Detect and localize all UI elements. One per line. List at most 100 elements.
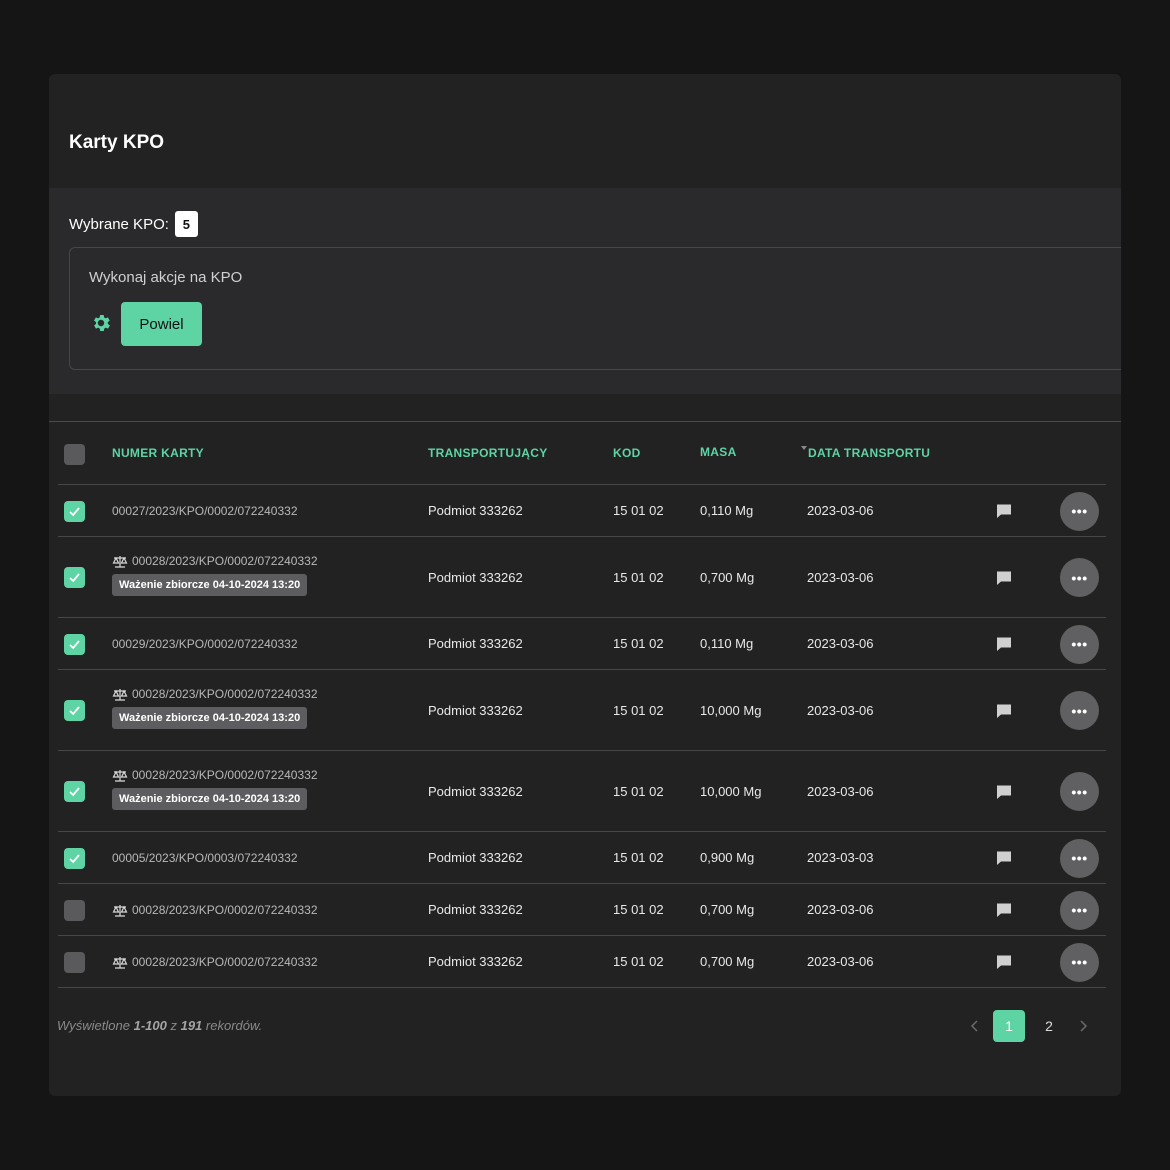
row-checkbox[interactable] bbox=[64, 951, 85, 973]
duplicate-button[interactable]: Powiel bbox=[121, 302, 202, 346]
select-all-checkbox[interactable] bbox=[64, 444, 85, 465]
scale-icon bbox=[112, 688, 128, 701]
card-number-cell[interactable]: 00028/2023/KPO/0002/072240332 bbox=[112, 955, 318, 969]
chevron-left-icon[interactable] bbox=[961, 1010, 989, 1042]
carrier-cell: Podmiot 333262 bbox=[428, 850, 523, 865]
comment-icon[interactable] bbox=[996, 636, 1012, 652]
scale-icon bbox=[112, 769, 128, 782]
scale-icon bbox=[112, 555, 128, 568]
row-checkbox[interactable] bbox=[64, 633, 85, 655]
records-info-prefix: Wyświetlone bbox=[57, 1018, 130, 1033]
table-row[interactable]: 00028/2023/KPO/0002/072240332 Ważenie zbi… bbox=[58, 537, 1106, 618]
records-info-suffix: rekordów. bbox=[205, 1018, 263, 1033]
more-actions-button[interactable]: ••• bbox=[1060, 624, 1099, 664]
transport-date-cell: 2023-03-06 bbox=[807, 569, 874, 585]
carrier-cell: Podmiot 333262 bbox=[428, 783, 523, 799]
page-button-2[interactable]: 2 bbox=[1033, 1010, 1065, 1042]
comment-icon[interactable] bbox=[996, 784, 1012, 800]
carrier-cell: Podmiot 333262 bbox=[428, 636, 523, 651]
comment-icon[interactable] bbox=[996, 850, 1012, 866]
row-checkbox[interactable] bbox=[64, 700, 85, 721]
card-number: 00028/2023/KPO/0002/072240332 bbox=[132, 554, 318, 568]
card-number-line: 00005/2023/KPO/0003/072240332 bbox=[112, 851, 298, 865]
table-row[interactable]: 00029/2023/KPO/0002/072240332 Podmiot 333… bbox=[58, 618, 1106, 670]
card-number-cell[interactable]: 00027/2023/KPO/0002/072240332 bbox=[112, 504, 298, 518]
transport-date-cell: 2023-03-03 bbox=[807, 850, 874, 865]
selection-panel: Wybrane KPO: 5 Wykonaj akcje na KPO Powi… bbox=[49, 188, 1121, 394]
more-actions-button[interactable]: ••• bbox=[1060, 942, 1099, 982]
waste-code-cell: 15 01 02 bbox=[613, 902, 664, 917]
records-info: Wyświetlone 1-100 z 191 rekordów. bbox=[57, 1018, 262, 1033]
card-number: 00028/2023/KPO/0002/072240332 bbox=[132, 955, 318, 969]
comment-icon[interactable] bbox=[996, 954, 1012, 970]
row-checkbox[interactable] bbox=[64, 781, 85, 802]
kpo-card: Karty KPO Wybrane KPO: 5 Wykonaj akcje n… bbox=[49, 74, 1121, 1096]
more-actions-button[interactable]: ••• bbox=[1060, 558, 1099, 597]
card-number-cell[interactable]: 00028/2023/KPO/0002/072240332 Ważenie zbi… bbox=[112, 768, 318, 810]
column-header-code[interactable]: KOD bbox=[613, 446, 641, 460]
card-number-cell[interactable]: 00028/2023/KPO/0002/072240332 Ważenie zbi… bbox=[112, 687, 318, 729]
card-number-cell[interactable]: 00028/2023/KPO/0002/072240332 Ważenie zbi… bbox=[112, 554, 318, 596]
waste-code-cell: 15 01 02 bbox=[613, 702, 664, 718]
more-actions-button[interactable]: ••• bbox=[1060, 491, 1099, 531]
more-actions-button[interactable]: ••• bbox=[1060, 691, 1099, 730]
card-number: 00028/2023/KPO/0002/072240332 bbox=[132, 768, 318, 782]
card-number-line: 00028/2023/KPO/0002/072240332 bbox=[112, 554, 318, 568]
weighing-tag: Ważenie zbiorcze 04-10-2024 13:20 bbox=[112, 707, 308, 729]
card-number-cell[interactable]: 00028/2023/KPO/0002/072240332 bbox=[112, 903, 318, 917]
column-header-date[interactable]: DATA TRANSPORTU bbox=[808, 446, 930, 460]
row-checkbox[interactable] bbox=[64, 899, 85, 921]
mass-cell: 10,000 Mg bbox=[700, 702, 762, 718]
carrier-cell: Podmiot 333262 bbox=[428, 503, 523, 518]
more-actions-button[interactable]: ••• bbox=[1060, 890, 1099, 930]
table-row[interactable]: 00028/2023/KPO/0002/072240332 Ważenie zbi… bbox=[58, 670, 1106, 751]
comment-icon[interactable] bbox=[996, 703, 1012, 719]
card-number-cell[interactable]: 00029/2023/KPO/0002/072240332 bbox=[112, 637, 298, 651]
scale-icon bbox=[112, 956, 128, 969]
card-number: 00028/2023/KPO/0002/072240332 bbox=[132, 903, 318, 917]
table-row[interactable]: 00028/2023/KPO/0002/072240332 Podmiot 333… bbox=[58, 884, 1106, 936]
card-number: 00027/2023/KPO/0002/072240332 bbox=[112, 504, 298, 518]
card-number: 00028/2023/KPO/0002/072240332 bbox=[132, 687, 318, 701]
transport-date-cell: 2023-03-06 bbox=[807, 783, 874, 799]
mass-cell: 0,110 Mg bbox=[700, 636, 754, 651]
comment-icon[interactable] bbox=[996, 902, 1012, 918]
selected-kpo: Wybrane KPO: 5 bbox=[69, 211, 198, 237]
comment-icon[interactable] bbox=[996, 570, 1012, 586]
card-number-line: 00028/2023/KPO/0002/072240332 bbox=[112, 768, 318, 782]
table-header: NUMER KARTY TRANSPORTUJĄCY KOD MASA DATA… bbox=[58, 422, 1106, 485]
row-checkbox[interactable] bbox=[64, 567, 85, 588]
scale-icon bbox=[112, 904, 128, 917]
sort-indicator-icon bbox=[801, 446, 807, 450]
table-row[interactable]: 00005/2023/KPO/0003/072240332 Podmiot 333… bbox=[58, 832, 1106, 884]
card-number-line: 00028/2023/KPO/0002/072240332 bbox=[112, 903, 318, 917]
card-number-line: 00028/2023/KPO/0002/072240332 bbox=[112, 955, 318, 969]
transport-date-cell: 2023-03-06 bbox=[807, 702, 874, 718]
column-header-mass[interactable]: MASA bbox=[700, 445, 737, 459]
waste-code-cell: 15 01 02 bbox=[613, 783, 664, 799]
more-actions-button[interactable]: ••• bbox=[1060, 838, 1099, 878]
waste-code-cell: 15 01 02 bbox=[613, 636, 664, 651]
card-number: 00029/2023/KPO/0002/072240332 bbox=[112, 637, 298, 651]
card-number-cell[interactable]: 00005/2023/KPO/0003/072240332 bbox=[112, 851, 298, 865]
carrier-cell: Podmiot 333262 bbox=[428, 902, 523, 917]
gear-icon[interactable] bbox=[90, 312, 112, 334]
mass-cell: 0,700 Mg bbox=[700, 954, 755, 969]
table-row[interactable]: 00028/2023/KPO/0002/072240332 Ważenie zbi… bbox=[58, 751, 1106, 832]
checkmark-icon bbox=[69, 639, 80, 649]
table-row[interactable]: 00027/2023/KPO/0002/072240332 Podmiot 333… bbox=[58, 485, 1106, 537]
more-actions-button[interactable]: ••• bbox=[1060, 772, 1099, 811]
comment-icon[interactable] bbox=[996, 503, 1012, 519]
row-checkbox[interactable] bbox=[64, 500, 85, 522]
column-header-carrier[interactable]: TRANSPORTUJĄCY bbox=[428, 446, 548, 460]
mass-cell: 0,700 Mg bbox=[700, 569, 755, 585]
chevron-right-icon[interactable] bbox=[1069, 1010, 1097, 1042]
page-button-1[interactable]: 1 bbox=[993, 1010, 1025, 1042]
transport-date-cell: 2023-03-06 bbox=[807, 902, 874, 917]
row-checkbox[interactable] bbox=[64, 847, 85, 869]
weighing-tag: Ważenie zbiorcze 04-10-2024 13:20 bbox=[112, 788, 308, 810]
table-row[interactable]: 00028/2023/KPO/0002/072240332 Podmiot 333… bbox=[58, 936, 1106, 988]
column-header-number[interactable]: NUMER KARTY bbox=[112, 446, 204, 460]
waste-code-cell: 15 01 02 bbox=[613, 850, 664, 865]
bulk-actions-title: Wykonaj akcje na KPO bbox=[89, 269, 243, 286]
